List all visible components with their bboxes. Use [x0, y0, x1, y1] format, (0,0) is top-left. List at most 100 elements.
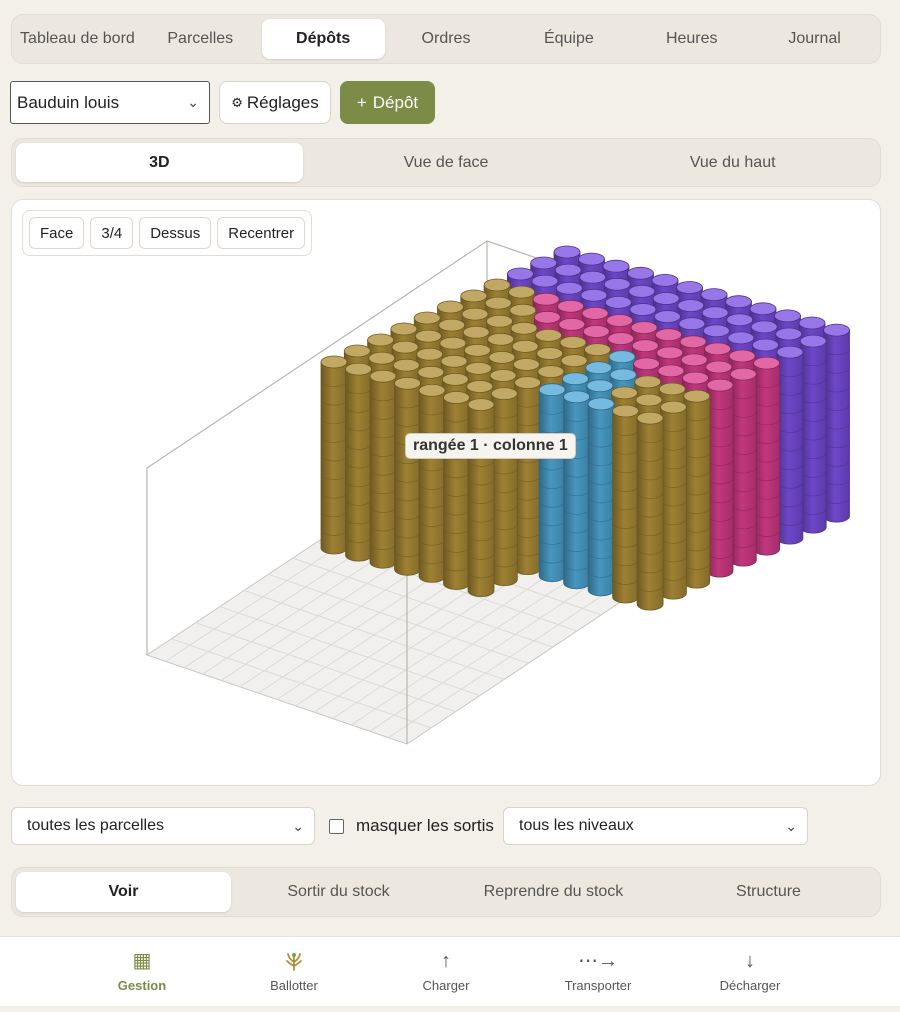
bale-top: [750, 320, 778, 334]
nav-tab-hours[interactable]: Heures: [630, 19, 753, 59]
bale-top: [609, 368, 637, 382]
bale-top: [533, 310, 561, 324]
parcel-filter-select[interactable]: toutes les parcelles ⌄: [11, 807, 315, 845]
level-filter-select[interactable]: tous les niveaux ⌄: [503, 807, 808, 845]
camera-three-quarter-button[interactable]: 3/4: [90, 217, 134, 249]
bale-cylinder: [776, 345, 804, 545]
camera-top-button[interactable]: Dessus: [139, 217, 212, 249]
bale-top: [369, 369, 397, 383]
bale-top: [343, 344, 371, 358]
bale-top: [774, 309, 801, 323]
bale-cylinder: [538, 383, 566, 583]
bale-top: [320, 355, 348, 369]
nav-tab-team[interactable]: Équipe: [507, 19, 630, 59]
bale-top: [510, 321, 538, 335]
hide-out-toggle[interactable]: masquer les sortis: [329, 807, 494, 845]
bale-top: [823, 323, 850, 337]
bale-cylinder: [612, 404, 639, 604]
bale-side: [320, 361, 348, 555]
bale-top: [585, 361, 613, 375]
bale-top: [612, 404, 639, 418]
bale-top: [462, 325, 490, 339]
bale-top: [560, 354, 588, 368]
action-tab-structure[interactable]: Structure: [661, 872, 876, 912]
bale-side: [729, 373, 757, 567]
bale-stack-scene[interactable]: [12, 200, 880, 785]
bale-top: [467, 398, 495, 412]
bale-top: [635, 393, 663, 407]
bale-top: [582, 325, 610, 338]
bale-cylinder: [636, 411, 664, 611]
nav-tab-journal[interactable]: Journal: [753, 19, 876, 59]
view-tab-front[interactable]: Vue de face: [303, 143, 590, 182]
bale-top: [701, 306, 729, 320]
bale-top: [607, 332, 635, 346]
bale-side: [443, 397, 470, 590]
bale-top: [627, 266, 654, 280]
bale-top: [460, 289, 488, 303]
bale-top: [553, 245, 581, 259]
3d-viewer[interactable]: Face 3/4 Dessus Recentrer rangée 1 · col…: [11, 199, 881, 786]
bale-top: [634, 375, 662, 389]
bottom-nav-management[interactable]: ▦ Gestion: [66, 937, 218, 1006]
bale-side: [418, 390, 446, 583]
bale-top: [536, 347, 564, 360]
bottom-nav-transport[interactable]: ⋯→ Transporter: [522, 937, 674, 1006]
bale-top: [630, 321, 658, 334]
bale-side: [823, 329, 850, 523]
bale-top: [558, 318, 586, 331]
bottom-nav-baling[interactable]: Ballotter: [218, 937, 370, 1006]
bottom-nav-load[interactable]: ↑ Charger: [370, 937, 522, 1006]
bale-top: [391, 340, 419, 354]
bale-top: [578, 252, 605, 266]
add-depot-button[interactable]: + Dépôt: [340, 81, 435, 124]
camera-face-button[interactable]: Face: [29, 217, 85, 249]
bale-side: [683, 395, 711, 589]
bale-top: [579, 270, 607, 284]
bale-side: [514, 382, 541, 575]
nav-tab-depots[interactable]: Dépôts: [261, 19, 385, 59]
action-tab-take-out[interactable]: Sortir du stock: [231, 872, 446, 912]
bale-top: [580, 288, 608, 302]
user-select[interactable]: Bauduin louis ⌄: [10, 81, 210, 124]
bale-top: [725, 295, 752, 309]
bale-top: [416, 347, 444, 361]
bale-cylinder: [563, 390, 590, 590]
bale-cylinder: [514, 376, 541, 575]
nav-tab-dashboard[interactable]: Tableau de bord: [16, 19, 139, 59]
bale-top: [562, 372, 589, 386]
bale-side: [706, 384, 734, 578]
bale-cylinder: [753, 356, 780, 556]
nav-tab-orders[interactable]: Ordres: [385, 19, 508, 59]
hide-out-checkbox[interactable]: [329, 818, 344, 834]
camera-recenter-button[interactable]: Recentrer: [217, 217, 306, 249]
view-tab-top[interactable]: Vue du haut: [589, 143, 876, 182]
bale-top: [489, 369, 517, 382]
bale-top: [677, 299, 705, 312]
bale-cylinder: [706, 378, 734, 578]
bottom-nav-label: Ballotter: [270, 978, 318, 993]
bottom-nav-unload[interactable]: ↓ Décharger: [674, 937, 826, 1006]
bale-top: [700, 288, 728, 301]
bottom-nav-label: Transporter: [564, 978, 632, 993]
bale-cylinder: [345, 362, 372, 562]
nav-tab-parcels[interactable]: Parcelles: [139, 19, 262, 59]
action-tab-restock[interactable]: Reprendre du stock: [446, 872, 661, 912]
action-tab-view[interactable]: Voir: [16, 872, 231, 912]
settings-button[interactable]: ⚙ Réglages: [219, 81, 331, 124]
bale-top: [629, 303, 657, 316]
bale-top: [728, 349, 756, 363]
bale-top: [559, 336, 587, 349]
bale-top: [438, 318, 466, 332]
view-tab-3d[interactable]: 3D: [16, 143, 303, 182]
bale-top: [440, 354, 468, 368]
bale-top: [390, 322, 418, 336]
bale-cylinder: [729, 367, 757, 567]
action-tabs: Voir Sortir du stock Reprendre du stock …: [11, 867, 881, 917]
bale-top: [463, 343, 491, 357]
bale-top: [531, 274, 559, 288]
bale-side: [660, 406, 687, 600]
arrow-down-icon: ↓: [745, 950, 755, 972]
bale-top: [752, 338, 779, 352]
camera-toolbar: Face 3/4 Dessus Recentrer: [22, 210, 313, 256]
